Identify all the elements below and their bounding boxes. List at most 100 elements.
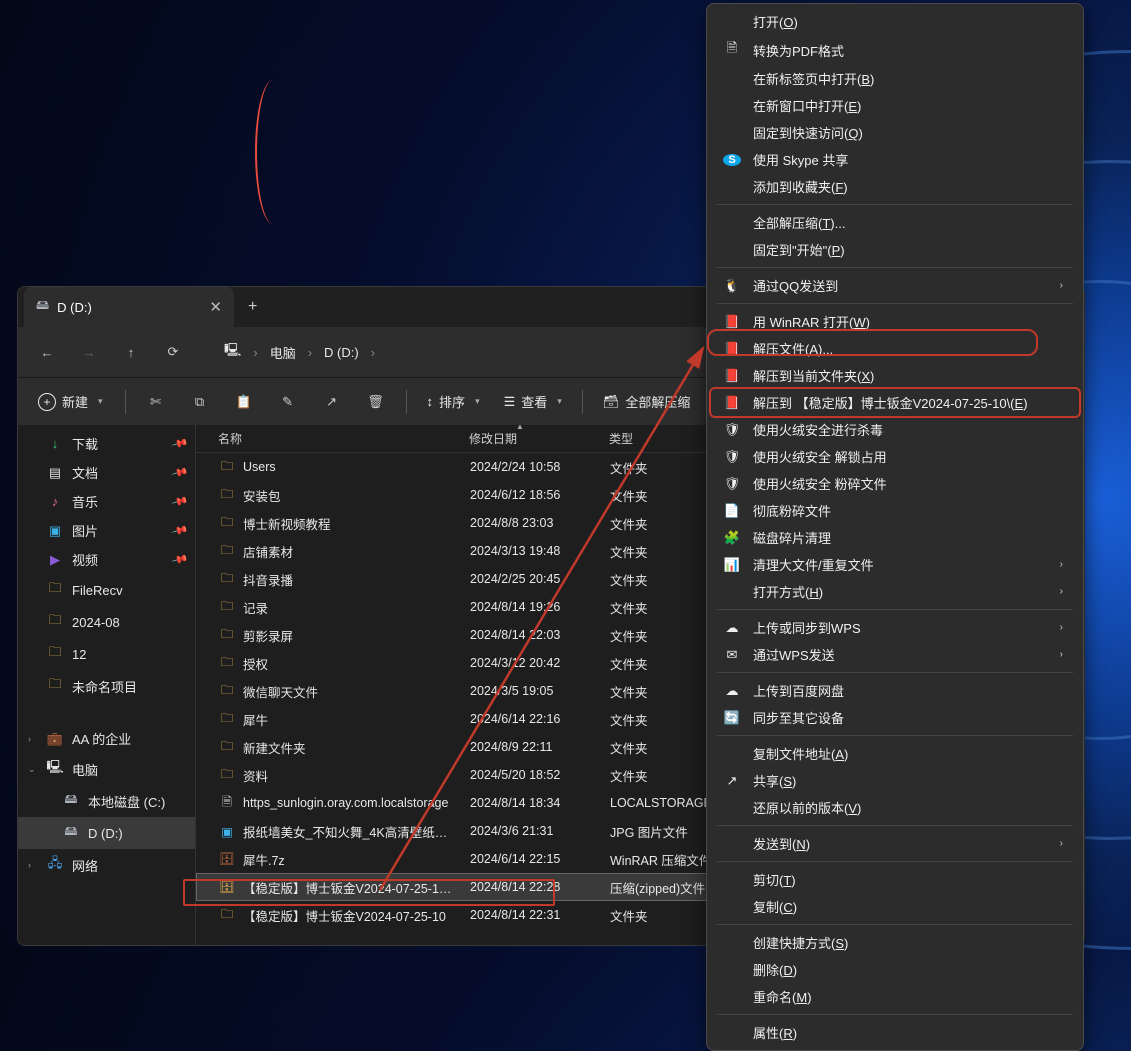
- context-menu-item[interactable]: 📕用 WinRAR 打开(W): [711, 308, 1079, 335]
- context-menu-item[interactable]: 📄彻底粉碎文件: [711, 497, 1079, 524]
- menu-item-icon: 🔄: [723, 710, 741, 726]
- cut-button[interactable]: ✄: [136, 384, 176, 420]
- sidebar-item-icon: 🗀: [46, 643, 64, 665]
- sidebar-item[interactable]: 🖴本地磁盘 (C:): [18, 785, 195, 817]
- context-menu-item[interactable]: 剪切(T): [711, 866, 1079, 893]
- breadcrumb-pc-icon[interactable]: 🖳: [218, 339, 247, 365]
- file-date: 2024/3/13 19:48: [462, 544, 602, 558]
- chevron-right-icon: ›: [371, 345, 375, 360]
- context-menu-item[interactable]: 打开方式(H)›: [711, 578, 1079, 605]
- context-menu-item[interactable]: ✉通过WPS发送›: [711, 641, 1079, 668]
- sidebar-item[interactable]: 🗀未命名项目: [18, 670, 195, 702]
- context-menu-item[interactable]: 发送到(N)›: [711, 830, 1079, 857]
- view-icon: ☰: [504, 394, 516, 410]
- sidebar-item[interactable]: ▶视频📌: [18, 545, 195, 574]
- context-menu-item[interactable]: 📕解压到当前文件夹(X): [711, 362, 1079, 389]
- sort-asc-icon: ▲: [516, 425, 524, 431]
- new-tab-button[interactable]: +: [234, 287, 271, 327]
- sidebar-item[interactable]: 🗀2024-08: [18, 606, 195, 638]
- sidebar-item[interactable]: ▣图片📌: [18, 516, 195, 545]
- column-date[interactable]: 修改日期: [461, 430, 601, 447]
- sidebar-item[interactable]: ♪音乐📌: [18, 487, 195, 516]
- menu-item-icon: 📊: [723, 557, 741, 573]
- context-menu-item[interactable]: 🛡使用火绒安全 解锁占用: [711, 443, 1079, 470]
- nav-back-button[interactable]: ←: [28, 333, 66, 371]
- copy-button[interactable]: ⧉: [180, 384, 220, 420]
- menu-item-label: 转换为PDF格式: [753, 41, 1063, 60]
- tab-active[interactable]: 🖴 D (D:) ✕: [24, 287, 234, 327]
- submenu-chevron-icon: ›: [1060, 649, 1063, 660]
- context-menu-item[interactable]: 复制(C): [711, 893, 1079, 920]
- file-type-icon: 🗄: [219, 852, 235, 867]
- sidebar-item[interactable]: 🗀12: [18, 638, 195, 670]
- rename-button[interactable]: ✎: [268, 384, 308, 420]
- context-menu-item[interactable]: 复制文件地址(A): [711, 740, 1079, 767]
- menu-separator: [717, 267, 1073, 268]
- context-menu-item[interactable]: 🐧通过QQ发送到›: [711, 272, 1079, 299]
- nav-refresh-button[interactable]: ⟳: [154, 333, 192, 371]
- tab-close-icon[interactable]: ✕: [209, 298, 222, 316]
- file-name: Users: [243, 460, 276, 474]
- sidebar-item-label: AA 的企业: [72, 729, 131, 748]
- menu-item-label: 复制(C): [753, 897, 1063, 916]
- context-menu-item[interactable]: 📕解压到 【稳定版】博士钣金V2024-07-25-10\(E): [711, 389, 1079, 416]
- menu-item-label: 固定到"开始"(P): [753, 240, 1063, 259]
- file-date: 2024/5/20 18:52: [462, 768, 602, 782]
- breadcrumb-segment[interactable]: 电脑: [264, 341, 302, 364]
- file-type-icon: 🗀: [219, 737, 235, 758]
- sort-label: 排序: [439, 392, 465, 411]
- context-menu-item[interactable]: 🔄同步至其它设备: [711, 704, 1079, 731]
- menu-item-label: 还原以前的版本(V): [753, 798, 1063, 817]
- sidebar-item[interactable]: 🗀FileRecv: [18, 574, 195, 606]
- column-name[interactable]: 名称: [196, 430, 461, 447]
- sidebar-item[interactable]: ›💼AA 的企业: [18, 724, 195, 753]
- view-button[interactable]: ☰ 查看 ▾: [494, 386, 572, 417]
- context-menu-item[interactable]: 重命名(M): [711, 983, 1079, 1010]
- file-type-icon: 🗀: [219, 681, 235, 702]
- chevron-right-icon: ›: [253, 345, 257, 360]
- context-menu-item[interactable]: 🗎转换为PDF格式: [711, 35, 1079, 65]
- menu-item-label: 磁盘碎片清理: [753, 528, 1063, 547]
- chevron-down-icon: ▾: [475, 396, 480, 407]
- extract-all-button[interactable]: 🗃 全部解压缩: [593, 386, 701, 417]
- context-menu-item[interactable]: 📕解压文件(A)...: [711, 335, 1079, 362]
- breadcrumb-segment[interactable]: D (D:): [318, 343, 365, 362]
- sidebar-item[interactable]: 🖴D (D:): [18, 817, 195, 849]
- sidebar-item[interactable]: ›🖧网络: [18, 849, 195, 881]
- context-menu-item[interactable]: 属性(R): [711, 1019, 1079, 1046]
- sidebar-item[interactable]: ▤文档📌: [18, 458, 195, 487]
- context-menu-item[interactable]: 📊清理大文件/重复文件›: [711, 551, 1079, 578]
- delete-button[interactable]: 🗑: [356, 384, 396, 420]
- context-menu-item[interactable]: 创建快捷方式(S): [711, 929, 1079, 956]
- paste-button[interactable]: 📋: [224, 384, 264, 420]
- context-menu-item[interactable]: 固定到"开始"(P): [711, 236, 1079, 263]
- context-menu-item[interactable]: ☁上传到百度网盘: [711, 677, 1079, 704]
- context-menu-item[interactable]: 打开(O): [711, 8, 1079, 35]
- chevron-icon: ⌄: [28, 764, 36, 775]
- file-name: 犀牛.7z: [243, 850, 285, 869]
- context-menu-item[interactable]: 全部解压缩(T)...: [711, 209, 1079, 236]
- context-menu-item[interactable]: S使用 Skype 共享: [711, 146, 1079, 173]
- file-name: 安装包: [243, 486, 281, 505]
- new-button[interactable]: + 新建 ▾: [26, 386, 115, 417]
- context-menu-item[interactable]: 固定到快速访问(Q): [711, 119, 1079, 146]
- context-menu-item[interactable]: 删除(D): [711, 956, 1079, 983]
- context-menu-item[interactable]: 🛡使用火绒安全 粉碎文件: [711, 470, 1079, 497]
- sort-button[interactable]: ↕ 排序 ▾: [417, 386, 490, 417]
- context-menu-item[interactable]: ↗共享(S): [711, 767, 1079, 794]
- menu-item-label: 解压到当前文件夹(X): [753, 366, 1063, 385]
- context-menu-item[interactable]: 在新标签页中打开(B): [711, 65, 1079, 92]
- context-menu-item[interactable]: 在新窗口中打开(E): [711, 92, 1079, 119]
- file-name: 店铺素材: [243, 542, 293, 561]
- nav-forward-button[interactable]: →: [70, 333, 108, 371]
- context-menu-item[interactable]: 添加到收藏夹(F): [711, 173, 1079, 200]
- nav-up-button[interactable]: ↑: [112, 333, 150, 371]
- context-menu-item[interactable]: 🧩磁盘碎片清理: [711, 524, 1079, 551]
- sidebar-item[interactable]: ⌄🖳电脑: [18, 753, 195, 785]
- sidebar-item[interactable]: ↓下载📌: [18, 429, 195, 458]
- context-menu-item[interactable]: 还原以前的版本(V): [711, 794, 1079, 821]
- share-button[interactable]: ↗: [312, 384, 352, 420]
- context-menu-item[interactable]: ☁上传或同步到WPS›: [711, 614, 1079, 641]
- file-name: https_sunlogin.oray.com.localstorage: [243, 796, 448, 810]
- context-menu-item[interactable]: 🛡使用火绒安全进行杀毒: [711, 416, 1079, 443]
